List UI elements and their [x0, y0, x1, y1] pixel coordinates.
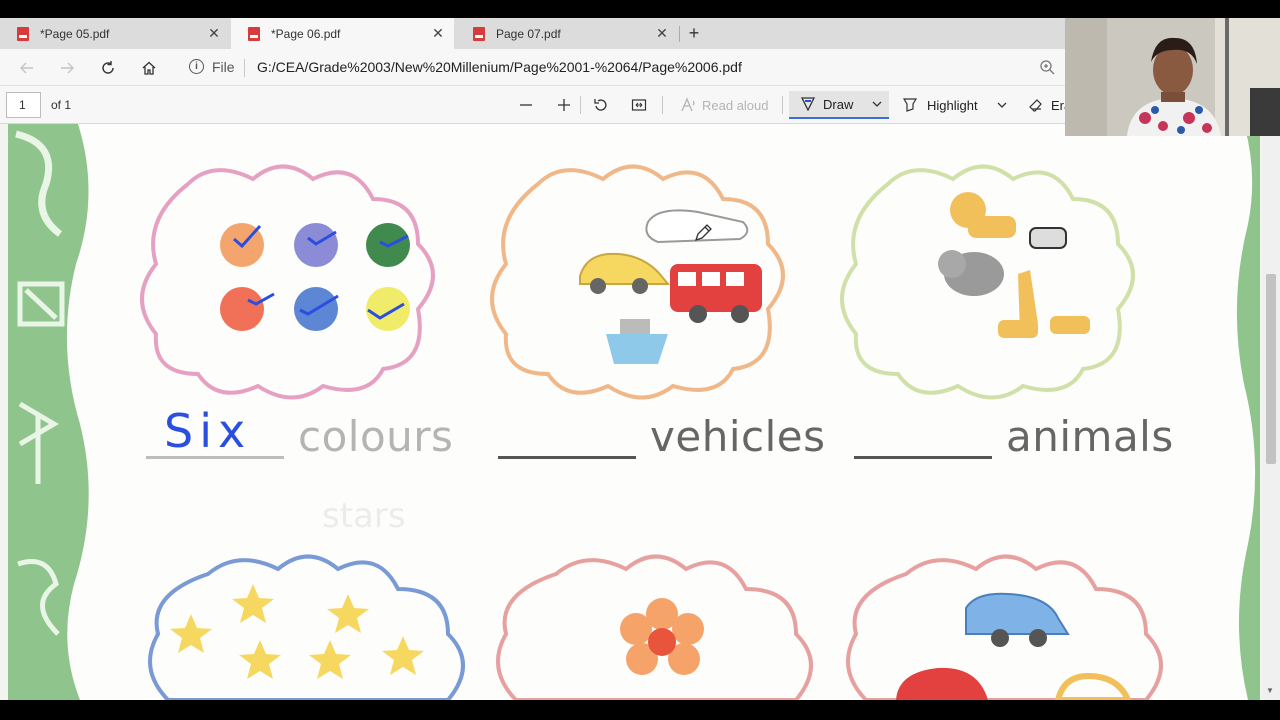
zoom-icon[interactable]	[1038, 58, 1056, 76]
pdf-file-icon	[472, 26, 486, 41]
handwritten-answer: Six	[164, 404, 252, 458]
toolbar-separator	[580, 96, 581, 114]
faded-background-text: stars	[322, 496, 406, 536]
chevron-down-icon[interactable]	[996, 99, 1008, 111]
worksheet-label-animals: animals	[1006, 412, 1174, 461]
worksheet-label-colours: colours	[298, 412, 454, 461]
tab-separator	[679, 26, 680, 42]
page-number-input[interactable]: 1	[6, 92, 41, 118]
pdf-page: Six colours vehicles animals stars	[8, 124, 1260, 700]
address-divider	[244, 59, 245, 77]
arrow-left-icon	[20, 62, 33, 74]
tab-label: *Page 06.pdf	[271, 26, 341, 41]
highlight-button[interactable]: Highlight	[900, 91, 1012, 119]
toolbar-separator	[782, 96, 783, 114]
zoom-in-button[interactable]	[553, 94, 575, 116]
rotate-button[interactable]	[590, 94, 612, 116]
presenter-video	[1065, 18, 1280, 136]
chevron-down-icon[interactable]	[871, 98, 883, 110]
url-field[interactable]: G:/CEA/Grade%2003/New%20Millenium/Page%2…	[257, 59, 742, 75]
home-icon	[142, 61, 156, 75]
answer-blank-line	[146, 456, 284, 459]
refresh-icon	[102, 61, 114, 74]
page-count-label: of 1	[51, 98, 72, 112]
close-icon[interactable]: ✕	[206, 25, 222, 42]
draw-button[interactable]: Draw	[789, 91, 889, 119]
tab-label: Page 07.pdf	[496, 26, 561, 41]
read-aloud-icon	[681, 97, 695, 112]
tab-page-06[interactable]: *Page 06.pdf ✕	[231, 18, 454, 49]
scroll-down-icon[interactable]: ▼	[1266, 686, 1274, 695]
home-button[interactable]	[138, 57, 160, 79]
back-button[interactable]	[16, 57, 38, 79]
pdf-file-icon	[16, 26, 30, 41]
answer-blank-line	[498, 456, 636, 459]
read-aloud-label: Read aloud	[702, 97, 769, 113]
minus-icon	[520, 104, 532, 106]
pen-cursor-icon	[694, 224, 712, 242]
fit-page-button[interactable]	[628, 94, 650, 116]
file-scheme-label: File	[212, 59, 235, 75]
answer-blank-line	[854, 456, 992, 459]
draw-label: Draw	[823, 96, 854, 112]
pdf-file-icon	[247, 26, 261, 41]
tab-label: *Page 05.pdf	[40, 26, 110, 41]
site-info-icon[interactable]: i	[189, 59, 204, 74]
forward-button[interactable]	[56, 57, 78, 79]
vertical-scrollbar[interactable]: ▲ ▼	[1262, 124, 1280, 700]
fit-page-icon	[631, 99, 647, 111]
close-icon[interactable]: ✕	[654, 25, 670, 42]
zoom-out-button[interactable]	[515, 94, 537, 116]
close-icon[interactable]: ✕	[430, 25, 446, 42]
letterbox-bar	[0, 700, 1280, 720]
worksheet-label-vehicles: vehicles	[650, 412, 826, 461]
read-aloud-button[interactable]: Read aloud	[680, 97, 769, 113]
toolbar-separator	[662, 96, 663, 114]
plus-icon	[558, 99, 570, 111]
tab-page-07[interactable]: Page 07.pdf ✕	[456, 18, 678, 49]
rotate-icon	[594, 99, 607, 111]
new-tab-button[interactable]: +	[684, 18, 704, 49]
pdf-viewport[interactable]: Six colours vehicles animals stars	[0, 124, 1280, 700]
eraser-icon	[1029, 98, 1042, 112]
highlight-label: Highlight	[927, 97, 978, 113]
webcam-overlay	[1065, 18, 1280, 136]
highlighter-icon	[902, 98, 918, 112]
screen: *Page 05.pdf ✕ *Page 06.pdf ✕ Page 07.pd…	[0, 0, 1280, 720]
scrollbar-thumb[interactable]	[1266, 274, 1276, 464]
arrow-right-icon	[61, 62, 74, 74]
tab-page-05[interactable]: *Page 05.pdf ✕	[0, 18, 230, 49]
draw-pen-icon	[801, 97, 815, 111]
refresh-button[interactable]	[97, 57, 119, 79]
